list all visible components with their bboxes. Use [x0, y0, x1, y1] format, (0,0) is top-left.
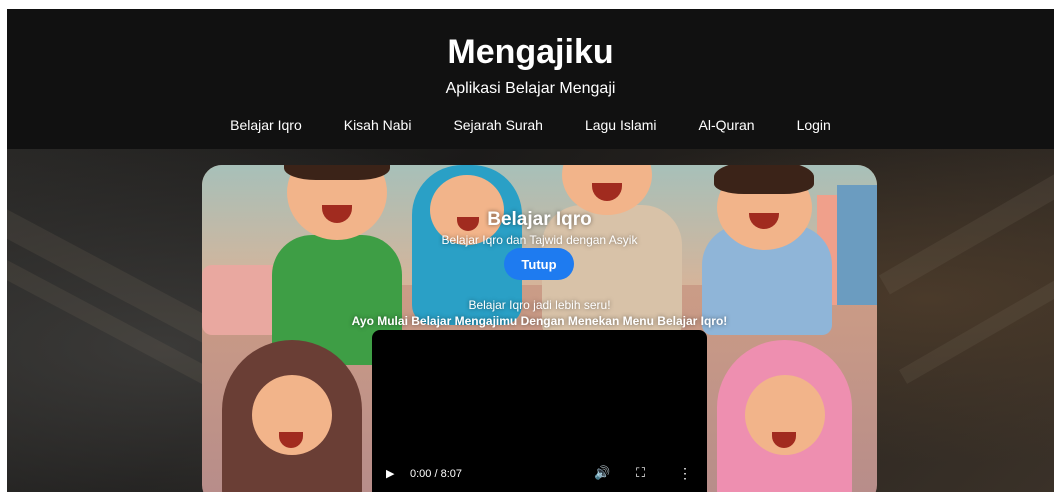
fullscreen-icon[interactable]: ⛶ — [636, 465, 645, 481]
volume-icon[interactable]: 🔊 — [594, 465, 610, 481]
hero-tagline: Belajar Iqro jadi lebih seru! — [468, 298, 611, 312]
nav-sejarah-surah[interactable]: Sejarah Surah — [432, 117, 564, 133]
more-options-icon[interactable]: ⋮ — [678, 465, 692, 482]
video-controls: ▶ 0:00 / 8:07 🔊 ⛶ ⋮ — [372, 464, 707, 488]
hero-call-to-action: Ayo Mulai Belajar Mengajimu Dengan Menek… — [351, 314, 728, 328]
nav-kisah-nabi[interactable]: Kisah Nabi — [323, 117, 433, 133]
hero-banner: Belajar Iqro Belajar Iqro dan Tajwid den… — [202, 165, 877, 492]
video-player[interactable]: ▶ 0:00 / 8:07 🔊 ⛶ ⋮ — [372, 330, 707, 492]
site-header: Mengajiku Aplikasi Belajar Mengaji Belaj… — [7, 9, 1054, 149]
hero-title: Belajar Iqro — [487, 209, 592, 230]
nav-belajar-iqro[interactable]: Belajar Iqro — [209, 117, 323, 133]
close-button[interactable]: Tutup — [504, 248, 574, 280]
app-subtitle: Aplikasi Belajar Mengaji — [445, 80, 616, 97]
hero-subtitle: Belajar Iqro dan Tajwid dengan Asyik — [441, 233, 638, 247]
page-frame: Mengajiku Aplikasi Belajar Mengaji Belaj… — [7, 9, 1054, 492]
background-decoration — [878, 145, 1054, 295]
kid-illustration-hijab-pink — [717, 340, 852, 492]
main-nav: Belajar Iqro Kisah Nabi Sejarah Surah La… — [7, 117, 1054, 133]
video-time: 0:00 / 8:07 — [410, 468, 462, 480]
nav-al-quran[interactable]: Al-Quran — [678, 117, 776, 133]
kid-illustration-hijab-brown — [222, 340, 362, 492]
app-title: Mengajiku — [447, 33, 614, 71]
nav-lagu-islami[interactable]: Lagu Islami — [564, 117, 678, 133]
play-icon[interactable]: ▶ — [386, 467, 394, 480]
nav-login[interactable]: Login — [776, 117, 852, 133]
